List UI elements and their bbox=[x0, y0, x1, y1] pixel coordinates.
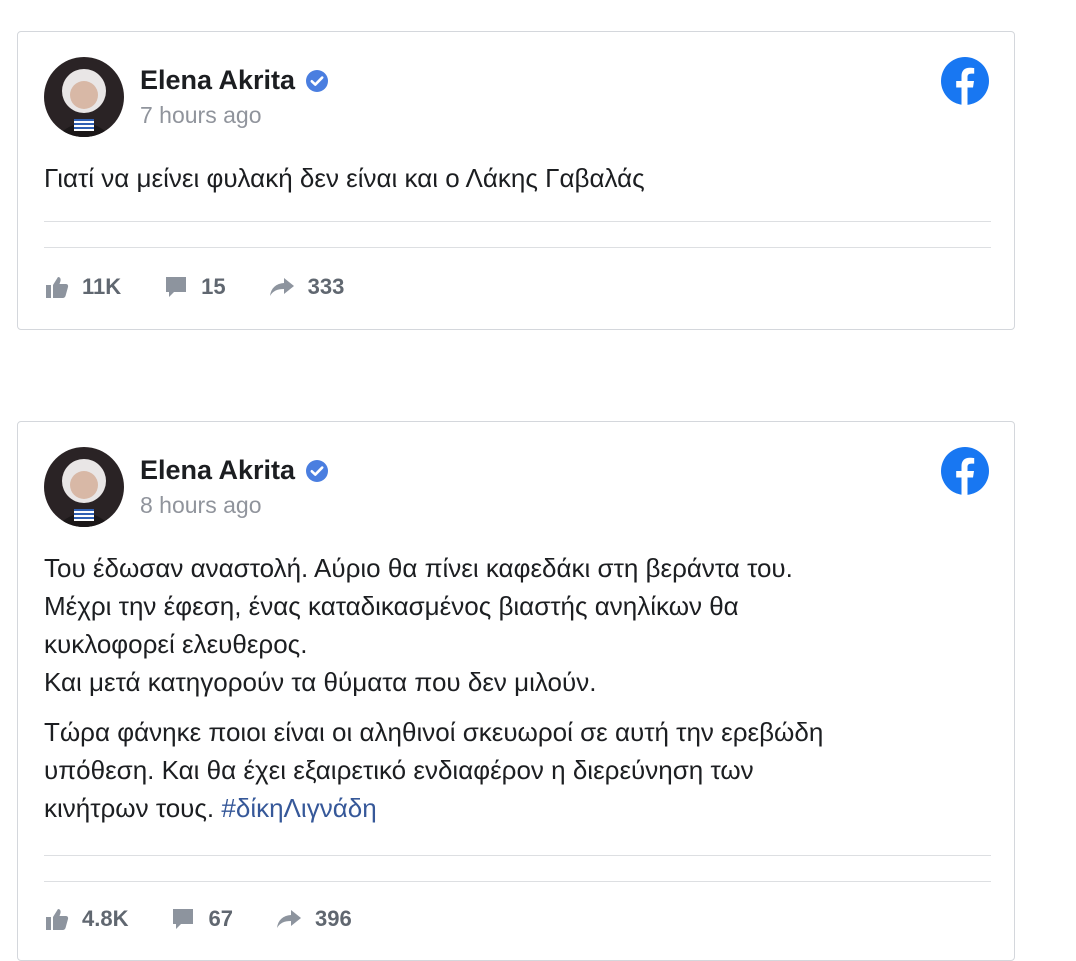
post-line: κυκλοφορεί ελευθερος. bbox=[44, 629, 308, 659]
divider bbox=[44, 855, 991, 856]
like-button[interactable]: 11K bbox=[44, 274, 121, 300]
like-button[interactable]: 4.8K bbox=[44, 906, 128, 932]
post-line: υπόθεση. Και θα έχει εξαιρετικό ενδιαφέρ… bbox=[44, 755, 754, 785]
comment-bubble-icon bbox=[166, 277, 187, 297]
hashtag-link[interactable]: #δίκηΛιγνάδη bbox=[221, 793, 376, 823]
thumbs-up-icon bbox=[46, 909, 69, 930]
post-card: Elena Akrita 8 hours ago Του έδωσαν ανασ… bbox=[17, 421, 1015, 961]
post-text: Γιατί να μείνει φυλακή δεν είναι και ο Λ… bbox=[44, 159, 984, 197]
author-name-text[interactable]: Elena Akrita bbox=[140, 65, 295, 96]
divider bbox=[44, 221, 991, 222]
post-line: Και μετά κατηγορούν τα θύματα που δεν μι… bbox=[44, 667, 597, 697]
share-count: 333 bbox=[307, 274, 345, 299]
post-paragraph: Του έδωσαν αναστολή. Αύριο θα πίνει καφε… bbox=[44, 549, 984, 701]
comment-count: 67 bbox=[208, 906, 233, 931]
post-line: Του έδωσαν αναστολή. Αύριο θα πίνει καφε… bbox=[44, 553, 793, 583]
post-timestamp[interactable]: 8 hours ago bbox=[140, 492, 261, 519]
post-paragraph: Τώρα φάνηκε ποιοι είναι οι αληθινοί σκευ… bbox=[44, 713, 984, 827]
post-line: Τώρα φάνηκε ποιοι είναι οι αληθινοί σκευ… bbox=[44, 717, 824, 747]
post-paragraph: Γιατί να μείνει φυλακή δεν είναι και ο Λ… bbox=[44, 159, 984, 197]
facebook-logo-icon[interactable] bbox=[940, 446, 990, 496]
comment-button[interactable]: 67 bbox=[170, 906, 233, 932]
avatar[interactable] bbox=[44, 447, 124, 527]
share-count: 396 bbox=[314, 906, 352, 931]
post-card: Elena Akrita 7 hours ago Γιατί να μείνει… bbox=[17, 31, 1015, 330]
divider bbox=[44, 247, 991, 248]
share-arrow-icon bbox=[276, 910, 301, 928]
thumbs-up-icon bbox=[46, 277, 69, 298]
comment-count: 15 bbox=[201, 274, 226, 299]
author-name-text[interactable]: Elena Akrita bbox=[140, 455, 295, 486]
divider bbox=[44, 881, 991, 882]
comment-button[interactable]: 15 bbox=[163, 274, 226, 300]
post-timestamp[interactable]: 7 hours ago bbox=[140, 102, 261, 129]
avatar[interactable] bbox=[44, 57, 124, 137]
like-count: 11K bbox=[82, 274, 122, 299]
facebook-logo-icon[interactable] bbox=[940, 56, 990, 106]
verified-badge-icon bbox=[305, 459, 329, 483]
action-bar: 4.8K 67 396 bbox=[44, 906, 394, 932]
like-count: 4.8K bbox=[82, 906, 129, 931]
post-line: κινήτρων τους. bbox=[44, 793, 215, 823]
post-line: Μέχρι την έφεση, ένας καταδικασμένος βια… bbox=[44, 591, 739, 621]
author-name[interactable]: Elena Akrita bbox=[140, 65, 329, 96]
verified-badge-icon bbox=[305, 69, 329, 93]
share-arrow-icon bbox=[269, 278, 294, 296]
author-name[interactable]: Elena Akrita bbox=[140, 455, 329, 486]
action-bar: 11K 15 333 bbox=[44, 274, 386, 300]
share-button[interactable]: 396 bbox=[275, 906, 352, 932]
post-text: Του έδωσαν αναστολή. Αύριο θα πίνει καφε… bbox=[44, 549, 984, 827]
post-line: Γιατί να μείνει φυλακή δεν είναι και ο Λ… bbox=[44, 163, 645, 193]
share-button[interactable]: 333 bbox=[268, 274, 345, 300]
comment-bubble-icon bbox=[173, 909, 194, 929]
